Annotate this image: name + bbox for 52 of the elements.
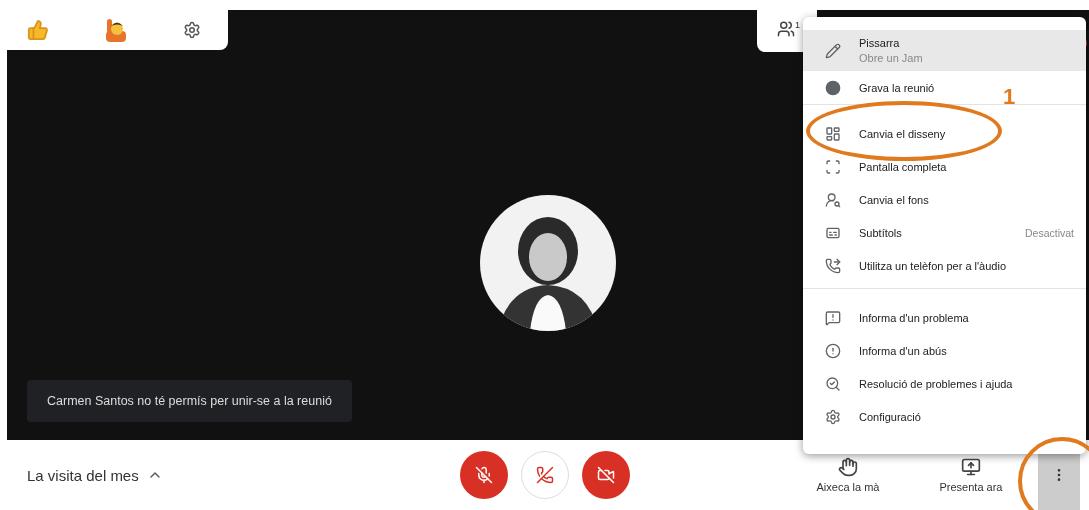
people-icon	[777, 20, 795, 38]
troubleshoot-icon	[825, 375, 841, 392]
menu-item-label: Configuració	[859, 410, 921, 423]
menu-item-value: Desactivat	[1024, 226, 1074, 239]
menu-item-label: Pantalla completa	[859, 160, 947, 173]
phone-icon	[825, 257, 841, 274]
menu-item-label: Informa d'un problema	[859, 311, 969, 324]
menu-item[interactable]: Canvia el disseny	[803, 117, 958, 150]
settings-icon[interactable]	[183, 21, 201, 39]
menu-item-label: Informa d'un abús	[859, 344, 947, 357]
microphone-off-icon	[474, 466, 493, 484]
menu-item-label: Resolució de problemes i ajuda	[859, 377, 1013, 390]
menu-item-label: Pissarra	[859, 37, 901, 49]
menu-item[interactable]: Informa d'un abús	[803, 334, 959, 367]
menu-item[interactable]: Pantalla completa	[803, 150, 959, 183]
microphone-button[interactable]	[459, 451, 508, 499]
hang-up-button[interactable]	[520, 451, 569, 499]
menu-item-label: Grava la reunió	[859, 81, 935, 94]
raise-hand-button[interactable]: Aixeca la mà	[798, 456, 898, 494]
menu-item-label: Utilitza un telèfon per a l'àudio	[859, 259, 1007, 272]
menu-item-label: Canvia el disseny	[859, 127, 946, 140]
pencil-icon	[825, 42, 841, 59]
menu-item-subtitle: Obre un Jam	[859, 52, 924, 64]
menu-item[interactable]: Subtítols Desactivat	[803, 216, 1086, 249]
menu-item[interactable]: Utilitza un telèfon per a l'àudio	[803, 249, 1019, 282]
menu-item[interactable]: Configuració	[803, 400, 933, 433]
present-button[interactable]: Presenta ara	[921, 456, 1021, 494]
person-background-icon	[825, 191, 841, 208]
thumbs-up-icon[interactable]	[27, 19, 49, 41]
camera-off-icon	[596, 466, 615, 484]
fullscreen-icon	[825, 158, 841, 175]
alert-icon	[825, 342, 841, 359]
camera-button[interactable]	[581, 451, 630, 499]
participant-count: 1	[795, 20, 800, 30]
report-icon	[825, 309, 841, 326]
hang-up-icon	[535, 466, 554, 484]
menu-item[interactable]: Pissarra Obre un Jam	[803, 30, 1086, 71]
menu-item[interactable]: Grava la reunió	[803, 71, 947, 104]
raised-hand-icon	[103, 17, 129, 43]
meeting-title: La visita del mes	[27, 466, 139, 484]
menu-item-label: Subtítols	[859, 226, 903, 239]
record-dot-icon	[825, 79, 841, 96]
notification-toast: Carmen Santos no té permís per unir-se a la reunió	[27, 380, 352, 422]
menu-item[interactable]: Informa d'un problema	[803, 301, 981, 334]
hand-icon	[838, 457, 858, 477]
layout-icon	[825, 125, 841, 142]
menu-item[interactable]: Resolució de problemes i ajuda	[803, 367, 1025, 400]
settings-icon	[825, 408, 841, 425]
present-screen-icon	[961, 457, 981, 477]
menu-item-label: Canvia el fons	[859, 193, 929, 206]
annotation-number: 1	[1003, 84, 1016, 110]
menu-item[interactable]: Canvia el fons	[803, 183, 941, 216]
